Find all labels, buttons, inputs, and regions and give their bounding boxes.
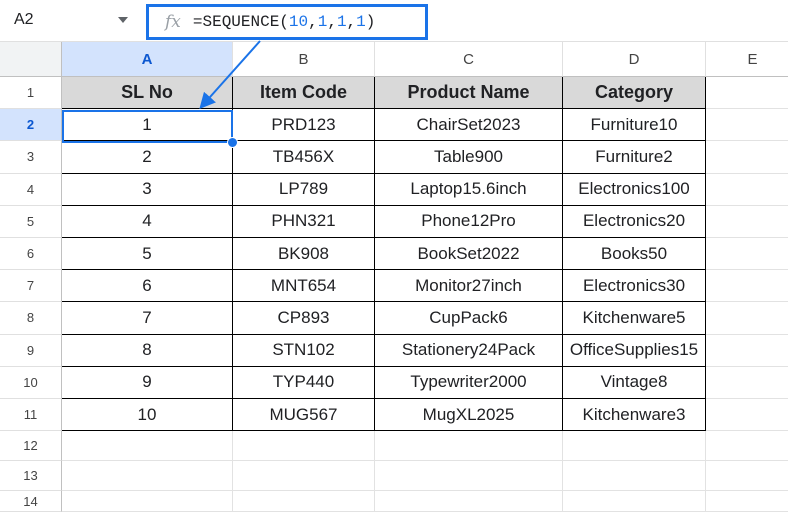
annotation-arrow — [199, 40, 261, 109]
